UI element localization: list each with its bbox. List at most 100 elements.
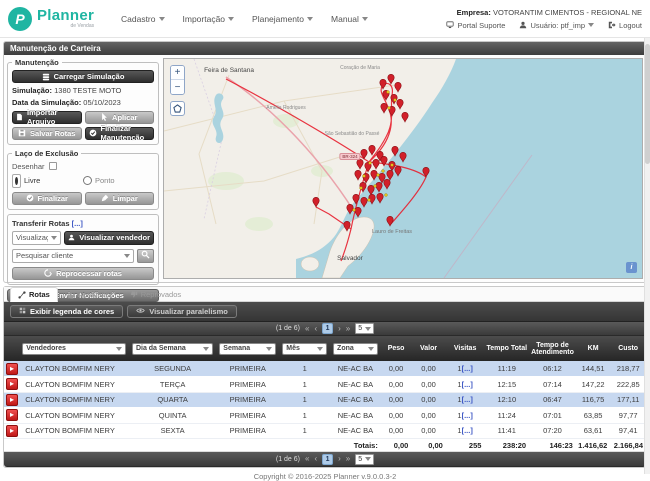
draw-polygon-button[interactable]	[170, 101, 185, 116]
menu-importacao[interactable]: Importação	[183, 14, 235, 24]
tab-aprovados[interactable]: Aprovados	[60, 288, 121, 301]
next-page-button[interactable]: ›	[338, 325, 341, 333]
transferir-rotas-link[interactable]: [...]	[72, 219, 83, 228]
total-custo: 2.166,84	[610, 439, 646, 452]
finalizar-laco-button[interactable]: Finalizar	[12, 192, 82, 205]
logo-text: Planner	[37, 8, 94, 23]
expand-row-button[interactable]: ▸	[6, 378, 18, 390]
prev-page-button[interactable]: ‹	[314, 325, 317, 333]
tab-reprovados[interactable]: Reprovados	[123, 288, 188, 301]
cell-peso: 0,00	[381, 361, 411, 377]
next-page-button[interactable]: ›	[338, 455, 341, 463]
filter-zona[interactable]: Zona	[333, 343, 378, 355]
visitas-link[interactable]: [...]	[462, 364, 473, 373]
cell-tempo-total: 12:10	[484, 392, 529, 408]
thumbs-down-icon	[130, 291, 138, 299]
menu-planejamento[interactable]: Planejamento	[252, 14, 313, 24]
route-map[interactable]: Feira de Santana Coração de Maria Amélia…	[163, 58, 643, 279]
chevron-down-icon	[203, 347, 209, 351]
reprocessar-rotas-button[interactable]: Reprocessar rotas	[12, 267, 154, 280]
map-attribution-button[interactable]: i	[626, 262, 637, 273]
chevron-down-icon	[159, 17, 165, 21]
first-page-button[interactable]: «	[305, 325, 309, 333]
cell-peso: 0,00	[381, 392, 411, 408]
visitas-link[interactable]: [...]	[462, 411, 473, 420]
aplicar-button[interactable]: Aplicar	[85, 111, 155, 124]
salvar-rotas-button[interactable]: Salvar Rotas	[12, 127, 82, 140]
save-icon	[18, 129, 26, 137]
importar-arquivo-button[interactable]: Importar Arquivo	[12, 111, 82, 124]
totals-label: Totais:	[4, 439, 381, 452]
cell-dia: TERÇA	[129, 377, 216, 393]
data-simulacao-info: Data da Simulação: 05/10/2023	[12, 98, 154, 107]
cell-valor: 0,00	[411, 423, 446, 439]
radio-ponto[interactable]: Ponto	[83, 176, 154, 185]
page-size-select[interactable]: 5	[355, 323, 374, 334]
carregar-simulacao-button[interactable]: Carregar Simulação	[12, 70, 154, 83]
cell-tempo-total: 12:15	[484, 377, 529, 393]
paginator-top: (1 de 6) « ‹ 1 › » 5	[4, 322, 646, 336]
finalizar-manutencao-button[interactable]: Finalizar Manutenção	[85, 127, 155, 140]
filter-mes[interactable]: Mês	[282, 343, 327, 355]
page-scrollbar[interactable]	[644, 38, 650, 474]
expand-row-button[interactable]: ▸	[6, 425, 18, 437]
visitas-link[interactable]: [...]	[462, 395, 473, 404]
search-button[interactable]	[137, 249, 154, 263]
cell-visitas: 1[...]	[446, 377, 485, 393]
scrollbar-thumb[interactable]	[645, 44, 650, 164]
cell-semana: PRIMEIRA	[216, 361, 279, 377]
manutencao-fieldset: Manutenção Carregar Simulação Simulação:…	[7, 58, 159, 145]
exibir-legenda-button[interactable]: Exibir legenda de cores	[10, 305, 123, 318]
expand-row-button[interactable]: ▸	[6, 363, 18, 375]
menu-manual[interactable]: Manual	[331, 14, 368, 24]
desenhar-checkbox[interactable]	[49, 162, 57, 170]
zoom-out-button[interactable]: −	[171, 80, 184, 94]
cell-km: 147,22	[576, 377, 611, 393]
zoom-in-button[interactable]: +	[171, 66, 184, 80]
filter-dia-semana[interactable]: Dia da Semana	[132, 343, 213, 355]
visualizacao-select[interactable]: Visualização Por Vend...	[12, 231, 61, 245]
planner-logo[interactable]: P Planner de Vendas	[8, 7, 113, 31]
page-info: (1 de 6)	[276, 325, 300, 332]
visitas-link[interactable]: [...]	[462, 380, 473, 389]
cell-semana: PRIMEIRA	[216, 423, 279, 439]
page-size-select[interactable]: 5	[355, 454, 374, 465]
cell-custo: 97,41	[610, 423, 646, 439]
logo-tagline: de Vendas	[37, 24, 94, 29]
thumbs-up-icon	[67, 291, 75, 299]
transferir-rotas-label: Transferir Rotas [...]	[12, 219, 154, 228]
first-page-button[interactable]: «	[305, 455, 309, 463]
last-page-button[interactable]: »	[346, 455, 350, 463]
cell-zona: NE-AC BA	[330, 423, 381, 439]
cell-custo: 97,77	[610, 408, 646, 424]
radio-livre[interactable]: Livre	[12, 174, 83, 188]
manutencao-legend: Manutenção	[12, 58, 62, 67]
cell-dia: QUINTA	[129, 408, 216, 424]
pesquisar-cliente-select[interactable]: Pesquisar cliente	[12, 249, 134, 263]
prev-page-button[interactable]: ‹	[314, 455, 317, 463]
visualizar-vendedor-button[interactable]: Visualizar vendedor	[64, 231, 154, 245]
current-page-button[interactable]: 1	[322, 454, 333, 465]
current-page-button[interactable]: 1	[322, 323, 333, 334]
cell-valor: 0,00	[411, 392, 446, 408]
portal-suporte-link[interactable]: Portal Suporte	[446, 21, 505, 30]
transferir-rotas-box: Transferir Rotas [...] Visualização Por …	[7, 214, 159, 285]
user-menu[interactable]: Usuário: ptf_imp	[519, 21, 594, 30]
limpar-button[interactable]: Limpar	[85, 192, 155, 205]
menu-cadastro[interactable]: Cadastro	[121, 14, 165, 24]
visitas-link[interactable]: [...]	[462, 426, 473, 435]
cell-mes: 1	[279, 423, 330, 439]
last-page-button[interactable]: »	[346, 325, 350, 333]
filter-semana[interactable]: Semana	[219, 343, 276, 355]
expand-row-button[interactable]: ▸	[6, 394, 18, 406]
cell-vendedor: CLAYTON BOMFIM NERY	[19, 408, 129, 424]
cell-zona: NE-AC BA	[330, 377, 381, 393]
logout-link[interactable]: Logout	[608, 21, 642, 30]
user-icon	[68, 234, 75, 241]
expand-row-button[interactable]: ▸	[6, 409, 18, 421]
polygon-icon	[173, 100, 182, 118]
filter-vendedores[interactable]: Vendedores	[22, 343, 126, 355]
visualizar-paralelismo-button[interactable]: Visualizar paralelismo	[127, 305, 237, 318]
cell-semana: PRIMEIRA	[216, 392, 279, 408]
tab-rotas[interactable]: Rotas	[10, 287, 58, 302]
